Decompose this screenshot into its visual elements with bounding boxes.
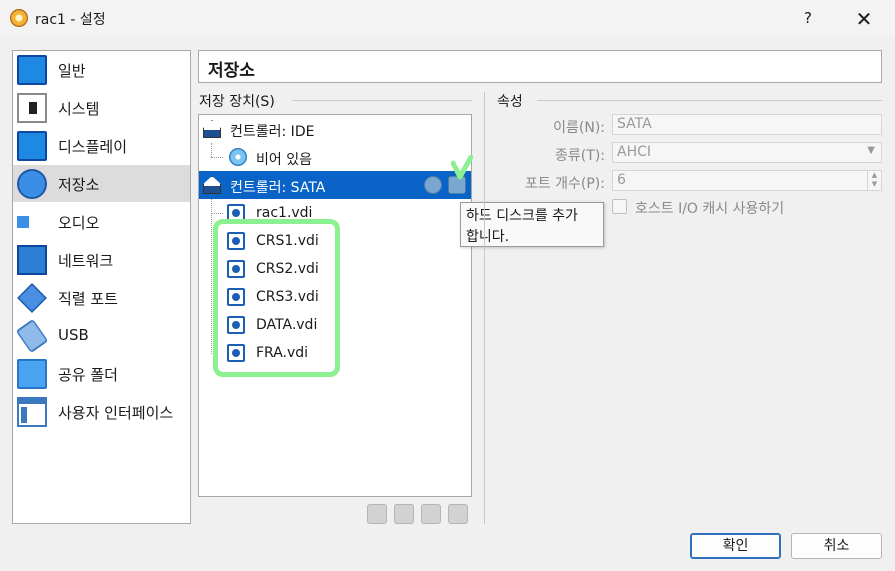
remove-attachment-button[interactable] — [448, 504, 468, 524]
display-icon — [17, 131, 47, 161]
sidebar-item-system[interactable]: 시스템 — [13, 89, 190, 126]
serial-port-icon — [17, 283, 47, 313]
user-interface-icon — [17, 397, 47, 427]
add-optical-drive-button[interactable] — [424, 176, 442, 194]
tree-item-ide-controller[interactable]: 컨트롤러: IDE — [199, 115, 471, 143]
controller-icon — [203, 120, 221, 138]
sidebar-item-label: 디스플레이 — [58, 138, 128, 156]
optical-disc-icon — [229, 148, 247, 166]
add-hard-disk-tooltip: 하드 디스크를 추가 합니다. — [460, 202, 604, 247]
sidebar-item-label: 사용자 인터페이스 — [58, 404, 174, 422]
sidebar-item-general[interactable]: 일반 — [13, 51, 190, 88]
sidebar-item-label: USB — [58, 326, 89, 344]
name-label: 이름(N): — [553, 120, 605, 136]
disk-icon — [17, 169, 47, 199]
name-field[interactable]: SATA — [612, 114, 882, 135]
host-io-cache-checkbox[interactable] — [612, 199, 627, 214]
sidebar-item-label: 일반 — [58, 62, 86, 80]
controller-icon — [203, 176, 221, 194]
remove-controller-button[interactable] — [394, 504, 414, 524]
port-count-value: 6 — [617, 172, 626, 188]
page-title: 저장소 — [208, 61, 255, 81]
annotation-check-icon — [451, 155, 473, 180]
cancel-button[interactable]: 취소 — [791, 533, 882, 559]
sidebar-item-label: 오디오 — [58, 214, 100, 232]
usb-icon — [15, 318, 49, 354]
attributes-label: 속성 — [497, 94, 523, 110]
name-value: SATA — [617, 116, 652, 132]
divider — [292, 100, 472, 101]
tree-item-label: 컨트롤러: IDE — [230, 124, 315, 140]
sidebar-item-label: 공유 폴더 — [58, 366, 118, 384]
spin-arrows-icon[interactable]: ▲ ▼ — [867, 171, 881, 190]
window-title: rac1 - 설정 — [35, 12, 106, 28]
sidebar-item-label: 네트워크 — [58, 252, 114, 270]
settings-sidebar: 일반 시스템 디스플레이 저장소 오디오 네트워크 직렬 포트 USB 공유 폴… — [12, 50, 191, 524]
sidebar-item-display[interactable]: 디스플레이 — [13, 127, 190, 164]
type-label: 종류(T): — [555, 148, 605, 164]
host-io-cache-label: 호스트 I/O 캐시 사용하기 — [635, 201, 785, 217]
ok-button[interactable]: 확인 — [690, 533, 781, 559]
monitor-icon — [17, 55, 47, 85]
sidebar-item-serial-ports[interactable]: 직렬 포트 — [13, 279, 190, 316]
port-count-spinbox[interactable]: 6 ▲ ▼ — [612, 170, 882, 191]
chip-icon — [17, 93, 47, 123]
tree-item-label: 컨트롤러: SATA — [230, 180, 326, 196]
title-bar: rac1 - 설정 ? ✕ — [0, 0, 895, 38]
page-header: 저장소 — [198, 50, 882, 83]
type-value: AHCI — [617, 144, 652, 160]
sidebar-item-label: 시스템 — [58, 100, 100, 118]
tree-item-label: 비어 있음 — [256, 152, 312, 168]
add-controller-button[interactable] — [367, 504, 387, 524]
divider — [537, 100, 882, 101]
sidebar-item-shared-folders[interactable]: 공유 폴더 — [13, 355, 190, 392]
help-button[interactable]: ? — [796, 6, 820, 30]
speaker-icon — [17, 207, 41, 237]
folder-icon — [17, 359, 47, 389]
sidebar-item-usb[interactable]: USB — [13, 317, 190, 354]
virtualbox-icon — [10, 9, 28, 27]
sidebar-item-label: 저장소 — [58, 176, 100, 194]
network-icon — [17, 245, 47, 275]
tooltip-line: 합니다. — [466, 229, 510, 245]
storage-devices-label: 저장 장치(S) — [199, 94, 275, 110]
sidebar-item-network[interactable]: 네트워크 — [13, 241, 190, 278]
annotation-highlight — [213, 219, 340, 377]
sidebar-item-label: 직렬 포트 — [58, 290, 118, 308]
tooltip-line: 하드 디스크를 추가 — [466, 208, 578, 224]
type-select[interactable]: AHCI ▼ — [612, 142, 882, 163]
close-button[interactable]: ✕ — [850, 6, 878, 32]
tree-item-empty-optical[interactable]: 비어 있음 — [199, 143, 471, 171]
chevron-down-icon: ▼ — [867, 145, 875, 156]
add-attachment-button[interactable] — [421, 504, 441, 524]
tree-item-sata-controller[interactable]: 컨트롤러: SATA — [199, 171, 471, 199]
port-count-label: 포트 개수(P): — [524, 176, 605, 192]
sidebar-item-audio[interactable]: 오디오 — [13, 203, 190, 240]
sidebar-item-user-interface[interactable]: 사용자 인터페이스 — [13, 393, 190, 430]
sidebar-item-storage[interactable]: 저장소 — [13, 165, 190, 202]
